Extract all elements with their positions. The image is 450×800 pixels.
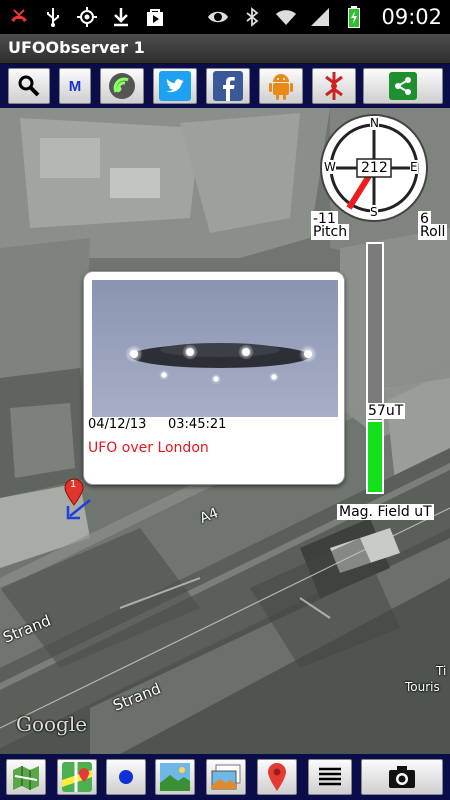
share-button[interactable] (363, 68, 443, 104)
mag-field-bar (366, 242, 384, 494)
mag-field-label: Mag. Field uT (337, 504, 434, 520)
wifi-icon (275, 6, 297, 28)
sighting-date: 04/12/13 (88, 417, 147, 432)
compass-west-label: W (324, 160, 336, 174)
eye-icon (207, 6, 229, 28)
camera-icon (389, 766, 415, 788)
compass-east-label: E (410, 160, 418, 174)
map-type-button[interactable]: M (59, 68, 91, 104)
compass-widget: N S E W 212 (318, 112, 430, 224)
battery-charging-icon (343, 6, 365, 28)
twitter-button[interactable] (153, 68, 197, 104)
google-attribution: Google (16, 712, 88, 736)
ufo-photo-image (92, 280, 338, 417)
compass-north-label: N (370, 116, 379, 130)
gps-icon (76, 6, 98, 28)
sighting-time: 03:45:21 (168, 417, 227, 432)
camera-button[interactable] (361, 759, 443, 795)
map-layers-icon (13, 766, 39, 790)
map-type-m-icon: M (68, 77, 82, 95)
status-right-icons: 09:02 (207, 5, 442, 29)
landscape-photo-icon (160, 763, 190, 791)
map-label-partial-2: Touris (405, 680, 440, 694)
mag-field-fill (368, 420, 382, 492)
compass-pin-icon (325, 72, 343, 100)
map-label-partial-1: Ti (436, 664, 447, 678)
twitter-icon (159, 71, 191, 101)
missed-call-icon (8, 6, 30, 28)
radar-share-button[interactable] (100, 68, 144, 104)
search-button[interactable] (8, 68, 50, 104)
bluetooth-icon (241, 6, 263, 28)
play-store-icon (144, 6, 166, 28)
photo-stack-icon (211, 764, 241, 790)
sighting-title[interactable]: UFO over London (88, 440, 209, 456)
list-button[interactable] (308, 759, 352, 795)
download-icon (110, 6, 132, 28)
android-icon (269, 74, 293, 100)
status-left-icons (8, 6, 166, 28)
status-time: 09:02 (381, 5, 442, 29)
list-icon (319, 767, 341, 786)
pitch-label: Pitch (311, 224, 350, 240)
add-pin-button[interactable] (257, 759, 297, 795)
google-maps-button[interactable] (57, 759, 97, 795)
signal-icon (309, 6, 331, 28)
share-radar-icon (109, 73, 135, 99)
ufo-photo[interactable] (92, 280, 338, 417)
gallery-button[interactable] (155, 759, 195, 795)
app-root: 09:02 UFOObserver 1 M 1 A4 Strand Strand… (0, 0, 450, 800)
status-bar: 09:02 (0, 0, 450, 34)
share-icon (389, 72, 417, 100)
search-icon (18, 75, 40, 97)
mag-field-value: 57uT (366, 403, 406, 419)
map-layers-button[interactable] (6, 759, 46, 795)
map-marker-number: 1 (70, 479, 77, 490)
facebook-icon (213, 71, 243, 101)
compass-heading-value: 212 (361, 160, 388, 176)
red-pin-icon (268, 763, 286, 791)
google-maps-icon (62, 762, 92, 792)
roll-label: Roll (418, 224, 448, 240)
compass-south-label: S (370, 205, 378, 219)
location-button[interactable] (106, 759, 146, 795)
android-button[interactable] (259, 68, 303, 104)
facebook-button[interactable] (206, 68, 250, 104)
sighting-popup[interactable]: 04/12/13 03:45:21 UFO over London (83, 271, 345, 485)
compass-pin-button[interactable] (312, 68, 356, 104)
app-title: UFOObserver 1 (8, 38, 145, 57)
photo-stack-button[interactable] (206, 759, 246, 795)
top-toolbar: M (0, 64, 450, 108)
bottom-toolbar (0, 754, 450, 800)
title-bar: UFOObserver 1 (0, 34, 450, 64)
usb-icon (42, 6, 64, 28)
blue-dot-icon (119, 770, 133, 784)
